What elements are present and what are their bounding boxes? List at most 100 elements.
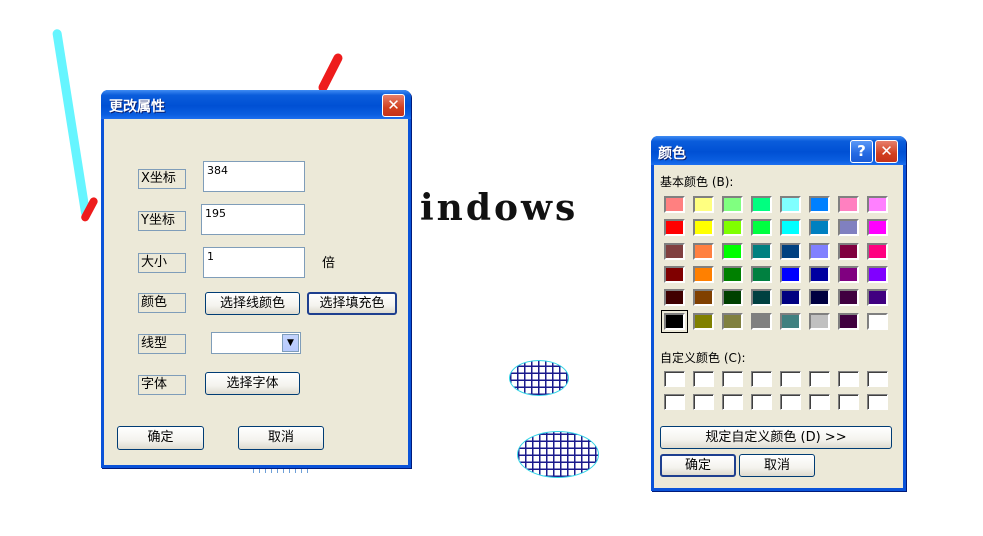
canvas-text: indows [420,187,579,229]
basic-color-swatch[interactable] [867,289,888,307]
basic-color-swatch[interactable] [838,289,859,307]
basic-color-swatch[interactable] [809,265,830,283]
custom-color-swatch[interactable] [867,394,888,410]
linetype-label: 线型 [138,334,186,354]
font-label: 字体 [138,375,186,395]
basic-color-swatch[interactable] [751,219,772,237]
basic-color-swatch[interactable] [809,196,830,213]
linetype-select[interactable]: ▼ [211,332,301,354]
cyan-line-shape [52,28,91,218]
basic-color-swatch[interactable] [838,219,859,237]
size-input[interactable]: 1 [203,247,305,278]
properties-dialog-titlebar[interactable]: 更改属性 ✕ [101,90,411,119]
basic-color-swatch[interactable] [693,219,714,237]
basic-color-swatch[interactable] [780,312,801,330]
x-coordinate-input[interactable]: 384 [203,161,305,192]
basic-color-swatch[interactable] [664,196,685,213]
basic-color-swatch[interactable] [751,242,772,260]
red-line-shape-top [316,52,345,94]
color-dialog-body: 基本颜色 (B): 自定义颜色 (C): 规定自定义颜色 (D) >> 确定 取… [654,165,903,488]
basic-color-swatch[interactable] [867,312,888,330]
cancel-button[interactable]: 取消 [739,454,815,477]
custom-color-swatch[interactable] [780,394,801,410]
basic-color-swatch[interactable] [751,289,772,307]
properties-dialog-title: 更改属性 [109,99,165,115]
basic-color-swatch[interactable] [751,265,772,283]
basic-color-swatch[interactable] [693,242,714,260]
hatched-ellipse-small [509,360,569,396]
ok-button[interactable]: 确定 [117,426,204,450]
help-icon: ? [857,142,866,160]
custom-color-swatch[interactable] [809,371,830,387]
basic-color-swatch[interactable] [809,219,830,237]
custom-color-swatch[interactable] [838,394,859,410]
basic-color-swatch[interactable] [722,289,743,307]
basic-color-swatch[interactable] [664,242,685,260]
chevron-down-icon[interactable]: ▼ [282,334,299,352]
y-label: Y坐标 [138,211,186,231]
basic-color-swatch[interactable] [809,242,830,260]
basic-color-swatch[interactable] [693,289,714,307]
custom-color-swatch[interactable] [664,371,685,387]
custom-color-swatch[interactable] [751,371,772,387]
custom-color-swatch[interactable] [809,394,830,410]
basic-color-swatch[interactable] [661,309,688,333]
ok-button[interactable]: 确定 [660,454,736,477]
basic-color-swatch[interactable] [664,265,685,283]
basic-color-swatch[interactable] [664,289,685,307]
cancel-button[interactable]: 取消 [238,426,324,450]
basic-color-swatch[interactable] [867,196,888,213]
basic-color-swatch[interactable] [780,219,801,237]
help-button[interactable]: ? [850,140,873,163]
properties-dialog-body: X坐标 384 Y坐标 195 大小 1 倍 颜色 选择线颜色 选择填充色 线型… [104,119,408,465]
basic-color-swatch[interactable] [780,265,801,283]
x-label: X坐标 [138,169,186,189]
color-dialog-titlebar[interactable]: 颜色 ? ✕ [651,136,906,165]
basic-color-swatch[interactable] [838,265,859,283]
basic-color-swatch[interactable] [809,289,830,307]
basic-color-swatch[interactable] [693,265,714,283]
basic-color-swatch[interactable] [780,196,801,213]
custom-color-swatch[interactable] [722,394,743,410]
basic-color-swatch[interactable] [867,242,888,260]
basic-color-swatch[interactable] [664,219,685,237]
select-line-color-button[interactable]: 选择线颜色 [205,292,300,315]
basic-color-swatch[interactable] [693,196,714,213]
basic-color-swatch[interactable] [838,242,859,260]
custom-color-swatch[interactable] [867,371,888,387]
close-button[interactable]: ✕ [875,140,898,163]
select-font-button[interactable]: 选择字体 [205,372,300,395]
basic-color-swatch[interactable] [693,312,714,330]
basic-color-swatch[interactable] [838,196,859,213]
color-dialog: 颜色 ? ✕ 基本颜色 (B): 自定义颜色 (C): 规定自定义颜色 (D) … [651,136,906,491]
select-fill-color-button[interactable]: 选择填充色 [307,292,397,315]
size-unit-label: 倍 [322,256,336,271]
basic-color-swatch[interactable] [722,196,743,213]
custom-color-swatch[interactable] [664,394,685,410]
y-coordinate-input[interactable]: 195 [201,204,305,235]
basic-color-swatch[interactable] [751,312,772,330]
close-icon: ✕ [387,96,400,114]
custom-color-swatch[interactable] [751,394,772,410]
basic-color-swatch[interactable] [722,219,743,237]
custom-color-swatch[interactable] [780,371,801,387]
basic-color-swatch[interactable] [867,219,888,237]
define-custom-colors-button[interactable]: 规定自定义颜色 (D) >> [660,426,892,449]
basic-color-swatch[interactable] [722,265,743,283]
basic-color-swatch[interactable] [722,242,743,260]
custom-color-swatch[interactable] [693,394,714,410]
custom-colors-label: 自定义颜色 (C): [660,351,746,365]
custom-color-swatch[interactable] [693,371,714,387]
custom-color-swatch[interactable] [838,371,859,387]
properties-dialog: 更改属性 ✕ X坐标 384 Y坐标 195 大小 1 倍 颜色 选择线颜色 选… [101,90,411,468]
basic-color-swatch[interactable] [838,312,859,330]
basic-color-swatch[interactable] [780,242,801,260]
basic-color-swatch[interactable] [722,312,743,330]
basic-color-swatch[interactable] [867,265,888,283]
hatched-ellipse-large [517,431,599,478]
basic-color-swatch[interactable] [751,196,772,213]
basic-color-swatch[interactable] [809,312,830,330]
close-button[interactable]: ✕ [382,94,405,117]
basic-color-swatch[interactable] [780,289,801,307]
custom-color-swatch[interactable] [722,371,743,387]
